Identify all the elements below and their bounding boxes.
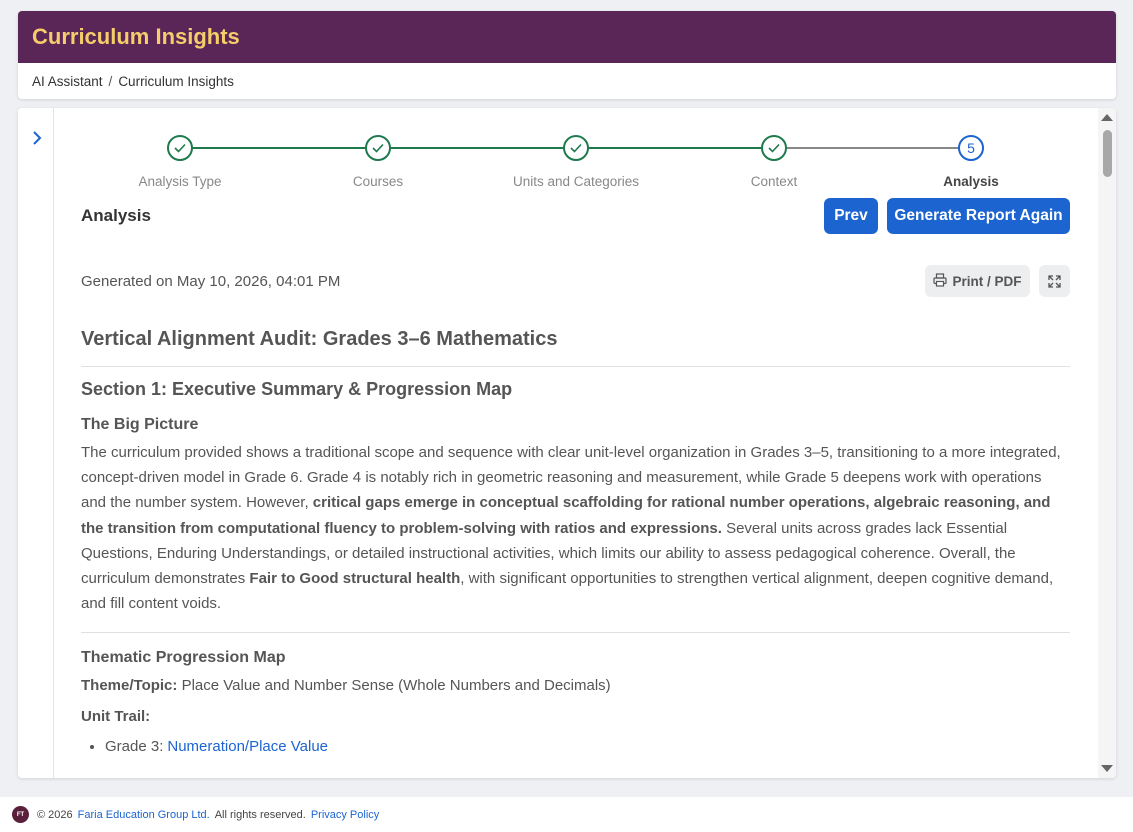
page-header: Curriculum Insights AI Assistant / Curri… xyxy=(18,11,1116,99)
scroll-thumb[interactable] xyxy=(1103,130,1112,177)
breadcrumb-item-ai-assistant[interactable]: AI Assistant xyxy=(32,74,103,89)
step-3-check-icon[interactable] xyxy=(563,135,589,161)
rights-text: All rights reserved. xyxy=(214,808,306,821)
analysis-toolbar: Analysis Prev Generate Report Again xyxy=(81,198,1070,236)
stepper: 5 Analysis Type Courses Units and Catego… xyxy=(81,108,1070,196)
trail-unit-link[interactable]: Numeration/Place Value xyxy=(167,738,328,755)
step-connector-pending xyxy=(772,147,970,149)
privacy-policy-link[interactable]: Privacy Policy xyxy=(311,809,379,821)
report-body: Vertical Alignment Audit: Grades 3–6 Mat… xyxy=(81,328,1070,755)
footer: FT © 2026 Faria Education Group Ltd. All… xyxy=(0,797,1133,832)
step-label-analysis: Analysis xyxy=(943,174,999,189)
content-area: 5 Analysis Type Courses Units and Catego… xyxy=(81,108,1070,755)
step-label-courses: Courses xyxy=(352,174,404,189)
print-pdf-button[interactable]: Print / PDF xyxy=(925,265,1030,297)
breadcrumb-separator: / xyxy=(108,73,113,89)
main-panel: 5 Analysis Type Courses Units and Catego… xyxy=(18,108,1116,778)
unit-trail-label: Unit Trail: xyxy=(81,708,151,726)
theme-label: Theme/Topic: xyxy=(81,677,178,695)
theme-value: Place Value and Number Sense (Whole Numb… xyxy=(177,677,611,695)
company-logo: FT xyxy=(12,806,29,823)
scroll-down-icon[interactable] xyxy=(1101,765,1113,772)
print-pdf-label: Print / PDF xyxy=(952,273,1022,289)
scroll-up-icon[interactable] xyxy=(1101,114,1113,121)
step-4-check-icon[interactable] xyxy=(761,135,787,161)
big-picture-paragraph: The curriculum provided shows a traditio… xyxy=(81,440,1070,634)
step-connector-complete xyxy=(180,147,772,149)
step-1-check-icon[interactable] xyxy=(167,135,193,161)
theme-topic: Theme/Topic: Place Value and Number Sens… xyxy=(81,677,1070,694)
chevron-right-icon[interactable] xyxy=(29,128,45,148)
breadcrumb: AI Assistant / Curriculum Insights xyxy=(18,63,1116,99)
copyright-text: © 2026 xyxy=(37,808,73,821)
step-label-context: Context xyxy=(750,174,798,189)
step-label-analysis-type: Analysis Type xyxy=(138,174,222,189)
printer-icon xyxy=(933,272,948,290)
report-title: Vertical Alignment Audit: Grades 3–6 Mat… xyxy=(81,328,1070,367)
breadcrumb-item-curriculum-insights: Curriculum Insights xyxy=(118,73,234,89)
step-2-check-icon[interactable] xyxy=(365,135,391,161)
company-link[interactable]: Faria Education Group Ltd. xyxy=(78,809,210,821)
list-item: Grade 3:Numeration/Place Value xyxy=(105,738,1070,755)
trail-grade: Grade 3: xyxy=(105,738,164,756)
generate-report-again-button[interactable]: Generate Report Again xyxy=(887,198,1070,234)
thematic-progression-heading: Thematic Progression Map xyxy=(81,649,286,667)
prev-button[interactable]: Prev xyxy=(824,198,878,234)
header-bar: Curriculum Insights xyxy=(18,11,1116,63)
page-title: Curriculum Insights xyxy=(32,24,240,49)
section-heading: Section 1: Executive Summary & Progressi… xyxy=(81,379,513,399)
big-picture-heading: The Big Picture xyxy=(81,416,199,433)
step-label-units-and-categories: Units and Categories xyxy=(512,174,640,189)
generated-timestamp: Generated on May 10, 2026, 04:01 PM xyxy=(81,273,341,290)
unit-trail-list: Grade 3:Numeration/Place Value xyxy=(105,738,1070,755)
expand-icon[interactable] xyxy=(1039,265,1070,297)
paragraph-emphasis: Fair to Good structural health xyxy=(249,570,461,588)
side-rail xyxy=(18,108,54,778)
vertical-scrollbar[interactable] xyxy=(1098,108,1116,778)
step-5-indicator[interactable]: 5 xyxy=(958,135,984,161)
section-title: Analysis xyxy=(81,206,151,225)
